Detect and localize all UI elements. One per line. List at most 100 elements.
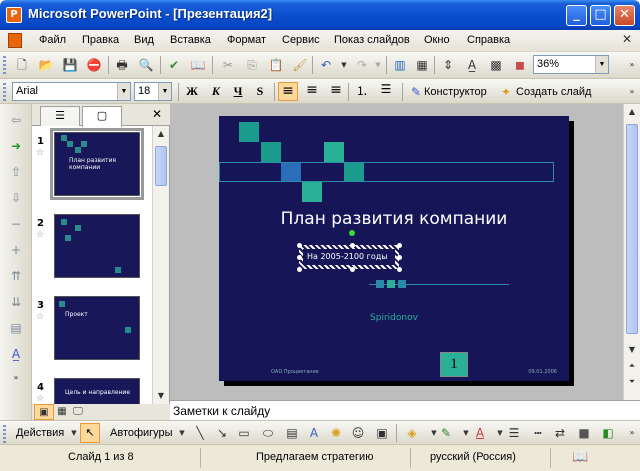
chevron-down-icon[interactable]: ▼ [172, 424, 192, 442]
rectangle-icon[interactable]: ▭ [234, 424, 254, 442]
shadow-button[interactable]: S [250, 82, 270, 101]
font-name-combo[interactable]: Arial ▼ [12, 82, 131, 101]
normal-view-icon[interactable]: ▣ [34, 404, 54, 420]
collapse-all-icon[interactable]: ⇈ [8, 268, 24, 284]
slideshow-icon[interactable]: 🖵 [68, 404, 88, 420]
resize-handle[interactable] [397, 243, 402, 248]
save-icon[interactable]: 💾 [60, 56, 80, 74]
redo-dropdown-icon[interactable]: ▼ [368, 56, 388, 74]
bullets-button[interactable]: ☰ [376, 82, 396, 101]
subtitle-textbox[interactable]: На 2005-2100 годы [299, 245, 399, 269]
expand-all-icon[interactable]: ⇕ [438, 56, 458, 74]
slide-scrollbar[interactable]: ▲ ▼ ⏶ ⏷ [623, 104, 640, 400]
chevron-down-icon[interactable]: ▼ [117, 83, 130, 100]
undo-icon[interactable]: ↶ [316, 56, 336, 74]
show-formatting-icon[interactable]: A̲ [8, 346, 24, 362]
color-grayscale-icon[interactable]: ◼ [510, 56, 530, 74]
fill-color-icon[interactable]: ◈ [402, 424, 422, 442]
document-icon[interactable] [8, 33, 22, 48]
menu-file[interactable]: Файл [39, 34, 66, 46]
menu-edit[interactable]: Правка [82, 34, 119, 46]
new-slide-icon[interactable]: ✦ [496, 83, 516, 101]
current-slide[interactable]: План развития компании На 2005-2100 годы… [219, 116, 569, 381]
chevron-down-icon[interactable]: ▼ [595, 56, 608, 73]
resize-handle[interactable] [297, 267, 302, 272]
summary-slide-icon[interactable]: ▤ [8, 320, 24, 336]
slide-thumbnail-row[interactable]: 1 ☆ План развития компании [32, 128, 152, 206]
shadow-style-icon[interactable]: ■ [574, 424, 594, 442]
align-left-button[interactable]: ≡ [278, 82, 298, 101]
underline-button[interactable]: Ч [228, 82, 248, 101]
tab-slides[interactable]: ▢ [82, 106, 122, 127]
scroll-thumb[interactable] [626, 124, 638, 334]
toolbar-options-icon[interactable]: » [622, 83, 640, 101]
tab-outline[interactable]: ☰ [40, 106, 80, 126]
scroll-down-icon[interactable]: ▼ [626, 344, 638, 356]
move-up-icon[interactable]: ⇧ [8, 164, 24, 180]
menu-slideshow[interactable]: Показ слайдов [334, 34, 410, 46]
menu-insert[interactable]: Вставка [170, 34, 211, 46]
resize-handle[interactable] [397, 267, 402, 272]
textbox-icon[interactable]: ▤ [282, 424, 302, 442]
diagram-icon[interactable]: ✺ [326, 424, 346, 442]
demote-icon[interactable]: ➜ [8, 138, 24, 154]
insert-table-icon[interactable]: ▦ [412, 56, 432, 74]
align-center-button[interactable]: ≡ [302, 82, 322, 101]
wordart-icon[interactable]: A [304, 424, 324, 442]
slide-thumbnail[interactable]: Цель и направление [54, 378, 140, 406]
slide-title[interactable]: План развития компании [219, 209, 569, 229]
permission-icon[interactable]: ⛔ [84, 56, 104, 74]
undo-dropdown-icon[interactable]: ▼ [334, 56, 354, 74]
collapse-icon[interactable]: − [8, 216, 24, 232]
font-size-combo[interactable]: 18 ▼ [134, 82, 172, 101]
paste-icon[interactable]: 📋 [266, 56, 286, 74]
resize-handle[interactable] [350, 243, 355, 248]
notes-pane[interactable]: Заметки к слайду [170, 400, 640, 420]
dash-style-icon[interactable]: ┅ [528, 424, 548, 442]
open-icon[interactable]: 📂 [36, 56, 56, 74]
show-formatting-icon[interactable]: A̲ [462, 56, 482, 74]
slide-thumbnail[interactable]: Проект [54, 296, 140, 360]
expand-all-icon[interactable]: ⇊ [8, 294, 24, 310]
slide-thumbnail-row[interactable]: 3 ☆ Проект [32, 292, 152, 370]
arrow-icon[interactable]: ↘ [212, 424, 232, 442]
zoom-combo[interactable]: 36% ▼ [533, 55, 609, 74]
close-button[interactable]: ✕ [614, 5, 635, 26]
move-down-icon[interactable]: ⇩ [8, 190, 24, 206]
previous-slide-icon[interactable]: ⏶ [626, 360, 638, 372]
new-slide-label[interactable]: Создать слайд [516, 83, 591, 101]
designer-icon[interactable]: ✎ [406, 83, 426, 101]
slide-thumbnail-row[interactable]: 2 ☆ [32, 210, 152, 288]
toolbar-grip[interactable] [3, 425, 6, 443]
menu-format[interactable]: Формат [227, 34, 266, 46]
scroll-up-icon[interactable]: ▲ [626, 106, 638, 118]
clipart-icon[interactable]: ☺ [348, 424, 368, 442]
menu-window[interactable]: Окно [424, 34, 450, 46]
select-objects-icon[interactable]: ↖ [80, 423, 100, 443]
rotation-handle[interactable] [349, 230, 355, 236]
italic-button[interactable]: К [206, 82, 226, 101]
menu-help[interactable]: Справка [467, 34, 510, 46]
toolbar-options-icon[interactable]: » [622, 56, 640, 74]
numbering-button[interactable]: ⒈ [352, 82, 372, 101]
line-color-icon[interactable]: ✎ [436, 424, 456, 442]
slide-thumbnail-row[interactable]: 4 ☆ Цель и направление [32, 374, 152, 406]
grid-icon[interactable]: ▩ [486, 56, 506, 74]
cut-icon[interactable]: ✂ [218, 56, 238, 74]
oval-icon[interactable]: ⬭ [258, 424, 278, 442]
resize-handle[interactable] [297, 255, 302, 260]
new-icon[interactable]: 🗋 [12, 56, 32, 74]
font-color-icon[interactable]: A [470, 424, 490, 442]
designer-label[interactable]: Конструктор [424, 83, 487, 101]
scroll-down-icon[interactable]: ▼ [155, 390, 167, 402]
slide-thumbnail[interactable] [54, 214, 140, 278]
toolbar-options-icon[interactable]: » [8, 370, 24, 386]
scroll-thumb[interactable] [155, 146, 167, 186]
line-icon[interactable]: ╲ [190, 424, 210, 442]
resize-handle[interactable] [397, 255, 402, 260]
bold-button[interactable]: Ж [182, 82, 202, 101]
spelling-status-icon[interactable]: 📖 [572, 449, 588, 465]
menu-tools[interactable]: Сервис [282, 34, 320, 46]
resize-handle[interactable] [297, 243, 302, 248]
autoshapes-menu[interactable]: Автофигуры [110, 424, 173, 442]
